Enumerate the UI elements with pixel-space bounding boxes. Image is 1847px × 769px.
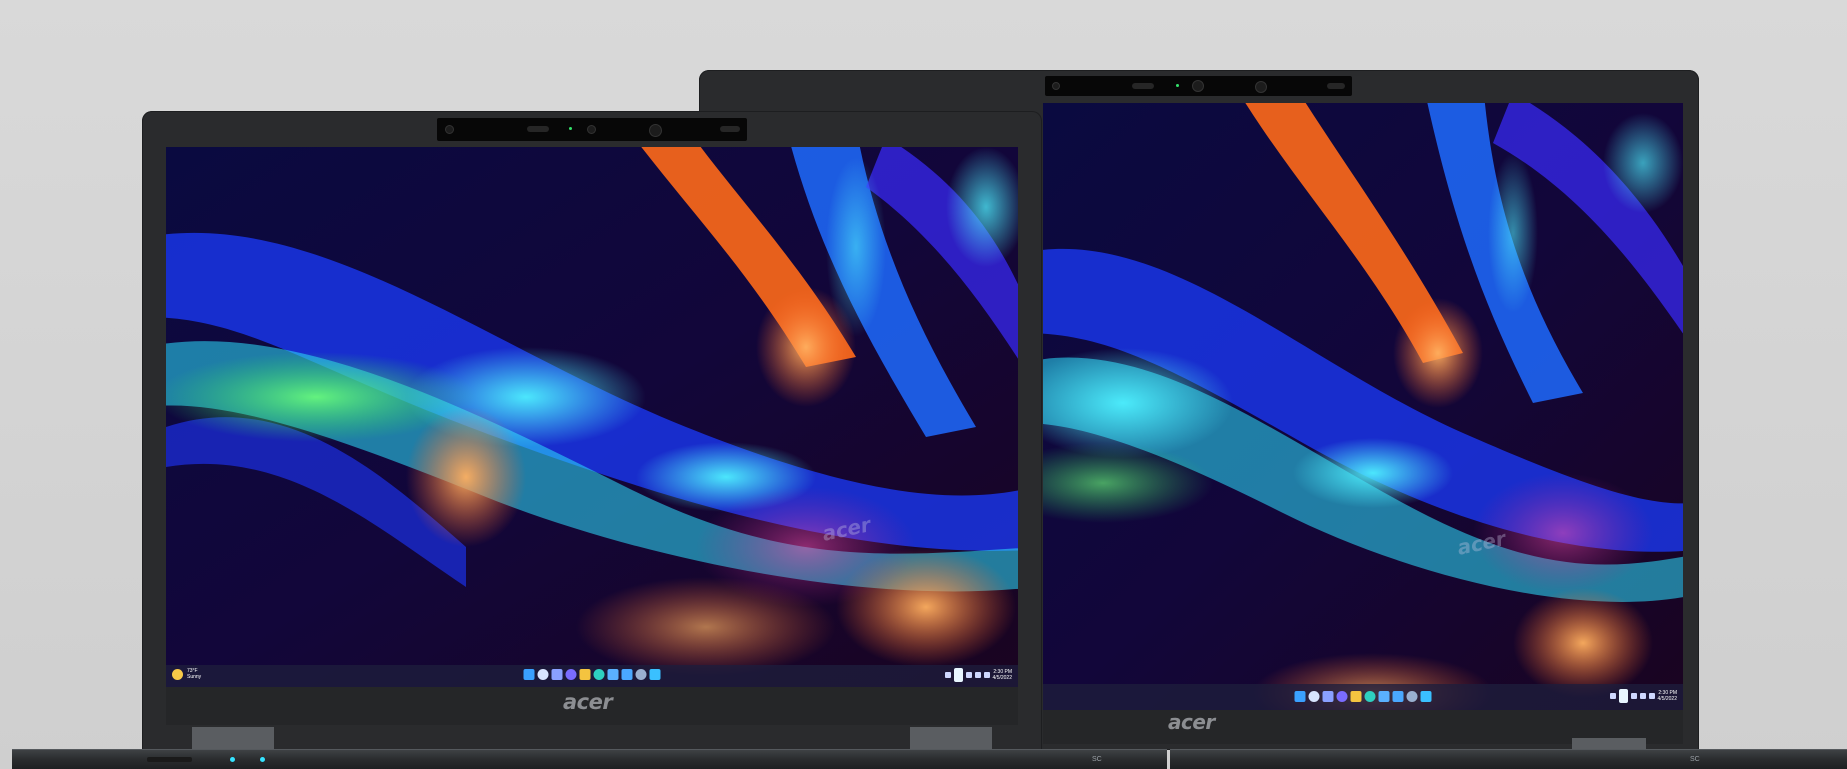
- laptop-front: acer 73°F Sunny 2:30 PM 4/5/2022 acer: [0, 0, 1847, 769]
- smart-card-label: SC: [1092, 756, 1102, 763]
- sun-icon: [172, 668, 183, 680]
- wifi-icon[interactable]: [965, 672, 972, 678]
- taskbar-apps: [523, 669, 661, 680]
- volume-icon[interactable]: [974, 672, 981, 678]
- laptop-back-base: SC: [1170, 749, 1847, 769]
- battery-icon[interactable]: [983, 672, 990, 678]
- weather-condition: Sunny: [187, 674, 202, 680]
- camera-led: [569, 127, 572, 130]
- webcam-icon: [445, 125, 454, 134]
- laptop-front-screen: acer 73°F Sunny 2:30 PM 4/5/2022: [166, 147, 1018, 687]
- folder-icon[interactable]: [579, 669, 591, 680]
- laptop-front-base: SC: [12, 749, 1167, 769]
- search-icon[interactable]: [537, 669, 549, 680]
- weather-widget[interactable]: 73°F Sunny: [172, 668, 201, 680]
- windows-start-icon[interactable]: [523, 669, 535, 680]
- weather-text: 73°F Sunny: [187, 668, 201, 680]
- hinge-foot-left: [192, 727, 274, 751]
- status-leds: [147, 757, 192, 762]
- brand-logo: acer: [563, 690, 613, 714]
- system-tray: 2:30 PM 4/5/2022: [944, 668, 1012, 682]
- shutter-icon: [587, 125, 596, 134]
- taskbar: 73°F Sunny 2:30 PM 4/5/2022: [166, 665, 1018, 687]
- led-indicator: [260, 757, 265, 762]
- taskview-icon[interactable]: [551, 669, 563, 680]
- sensor-pill: [527, 126, 549, 132]
- settings-icon[interactable]: [635, 669, 647, 680]
- app-icon[interactable]: [649, 669, 661, 680]
- chevron-up-icon[interactable]: [944, 672, 951, 678]
- clock[interactable]: 2:30 PM 4/5/2022: [993, 669, 1012, 681]
- sensor-pill-right: [720, 126, 740, 132]
- hinge-foot-right: [910, 727, 992, 751]
- mail-icon[interactable]: [621, 669, 633, 680]
- smart-card-label: SC: [1690, 756, 1700, 763]
- edge-icon[interactable]: [593, 669, 605, 680]
- clock-date: 4/5/2022: [992, 675, 1012, 681]
- chat-icon[interactable]: [565, 669, 577, 680]
- led-indicator: [230, 757, 235, 762]
- laptop-front-camera-bar: [437, 118, 747, 141]
- store-icon[interactable]: [607, 669, 619, 680]
- mic-icon[interactable]: [953, 668, 963, 682]
- wallpaper-ribbons: [166, 147, 1018, 687]
- webcam-lens: [649, 124, 662, 137]
